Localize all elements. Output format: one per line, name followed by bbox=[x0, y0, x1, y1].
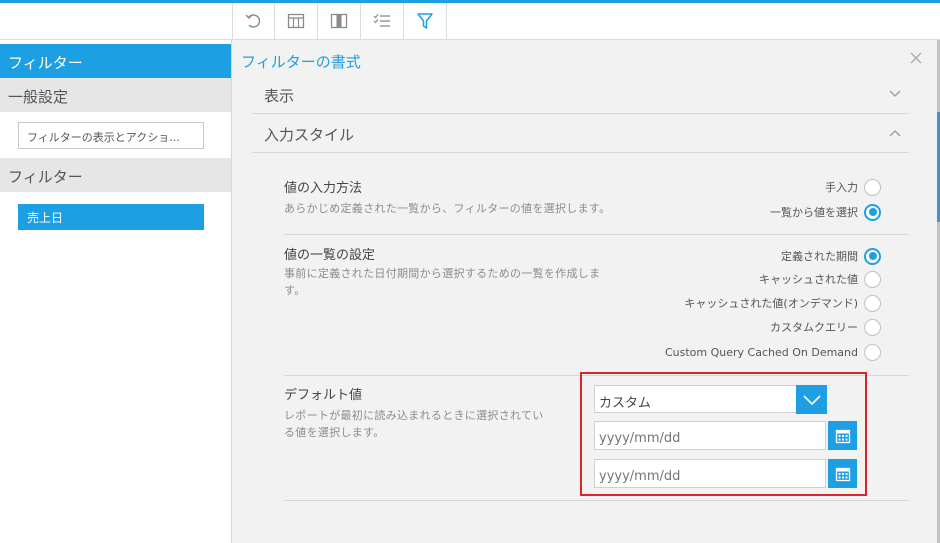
default-value-select[interactable]: カスタム bbox=[594, 385, 827, 413]
option-select-from-list[interactable]: 一覧から値を選択 bbox=[770, 202, 881, 222]
filter-icon bbox=[417, 13, 433, 29]
accordion-input-style[interactable]: 入力スタイル bbox=[252, 115, 909, 153]
divider bbox=[284, 234, 909, 235]
sidebar-title: フィルター bbox=[0, 44, 231, 78]
option-cached-values[interactable]: キャッシュされた値 bbox=[759, 269, 881, 289]
default-value-description-2: る値を選択します。 bbox=[284, 426, 385, 439]
end-date-input[interactable] bbox=[594, 459, 826, 488]
chevron-down-icon bbox=[889, 90, 901, 97]
option-label: カスタムクエリー bbox=[770, 321, 858, 334]
list-button[interactable] bbox=[361, 3, 404, 39]
start-date-input[interactable] bbox=[594, 421, 826, 450]
option-label: 手入力 bbox=[825, 181, 858, 194]
option-label: Custom Query Cached On Demand bbox=[664, 345, 858, 359]
radio-cached-values-on-demand[interactable] bbox=[864, 294, 881, 312]
filter-format-panel: フィルターの書式 表示 入力スタイル 値の入力方法 あらかじめ定義された一覧から… bbox=[232, 40, 940, 543]
accordion-display-label: 表示 bbox=[264, 87, 295, 105]
start-date-calendar-button[interactable] bbox=[828, 421, 857, 450]
option-label: キャッシュされた値(オンデマンド) bbox=[684, 297, 858, 310]
radio-manual-input[interactable] bbox=[864, 178, 881, 196]
radio-custom-query[interactable] bbox=[864, 318, 881, 336]
filter-display-action-button[interactable]: フィルターの表示とアクショ... bbox=[18, 122, 204, 149]
calendar-icon bbox=[835, 467, 850, 481]
divider bbox=[284, 500, 909, 501]
sidebar: フィルター 一般設定 フィルターの表示とアクショ... フィルター 売上日 bbox=[0, 40, 232, 543]
table-button[interactable] bbox=[275, 3, 318, 39]
table-icon bbox=[287, 13, 305, 29]
radio-cached-values[interactable] bbox=[864, 270, 881, 288]
input-method-title: 値の入力方法 bbox=[284, 181, 363, 196]
option-custom-query[interactable]: カスタムクエリー bbox=[770, 317, 881, 337]
option-defined-period[interactable]: 定義された期間 bbox=[781, 246, 881, 266]
default-value-description-1: レポートが最初に読み込まれるときに選択されてい bbox=[284, 409, 544, 422]
calendar-icon bbox=[835, 429, 850, 443]
option-label: 一覧から値を選択 bbox=[770, 206, 858, 219]
column-icon bbox=[330, 13, 348, 29]
radio-custom-query-cached[interactable] bbox=[864, 343, 881, 361]
filter-button[interactable] bbox=[404, 3, 447, 39]
end-date-calendar-button[interactable] bbox=[828, 459, 857, 488]
list-settings-description-1: 事前に定義された日付期間から選択するための一覧を作成しま bbox=[284, 267, 601, 280]
chevron-down-icon bbox=[802, 394, 821, 405]
sidebar-item-sales-date[interactable]: 売上日 bbox=[18, 204, 204, 230]
list-settings-description-2: す。 bbox=[284, 284, 306, 297]
option-manual-input[interactable]: 手入力 bbox=[825, 177, 881, 197]
chevron-up-icon bbox=[889, 130, 901, 137]
accordion-input-style-label: 入力スタイル bbox=[264, 126, 355, 144]
radio-defined-period[interactable] bbox=[864, 247, 881, 265]
radio-select-from-list[interactable] bbox=[864, 203, 881, 221]
input-method-description: あらかじめ定義された一覧から、フィルターの値を選択します。 bbox=[284, 202, 611, 215]
list-settings-title: 値の一覧の設定 bbox=[284, 248, 376, 263]
sidebar-section-filter[interactable]: フィルター bbox=[0, 158, 231, 192]
sidebar-section-general[interactable]: 一般設定 bbox=[0, 78, 231, 112]
select-dropdown-button[interactable] bbox=[796, 385, 827, 414]
toolbar bbox=[0, 3, 940, 40]
panel-title: フィルターの書式 bbox=[241, 53, 361, 71]
option-label: キャッシュされた値 bbox=[759, 273, 858, 286]
default-value-title: デフォルト値 bbox=[284, 388, 363, 403]
accordion-display[interactable]: 表示 bbox=[252, 76, 909, 114]
undo-button[interactable] bbox=[232, 3, 275, 39]
list-icon bbox=[373, 14, 390, 27]
undo-icon bbox=[245, 14, 260, 28]
option-cached-values-on-demand[interactable]: キャッシュされた値(オンデマンド) bbox=[684, 293, 881, 313]
close-icon[interactable] bbox=[909, 50, 923, 64]
column-button[interactable] bbox=[318, 3, 361, 39]
option-label: 定義された期間 bbox=[781, 250, 858, 263]
option-custom-query-cached[interactable]: Custom Query Cached On Demand bbox=[665, 342, 881, 362]
